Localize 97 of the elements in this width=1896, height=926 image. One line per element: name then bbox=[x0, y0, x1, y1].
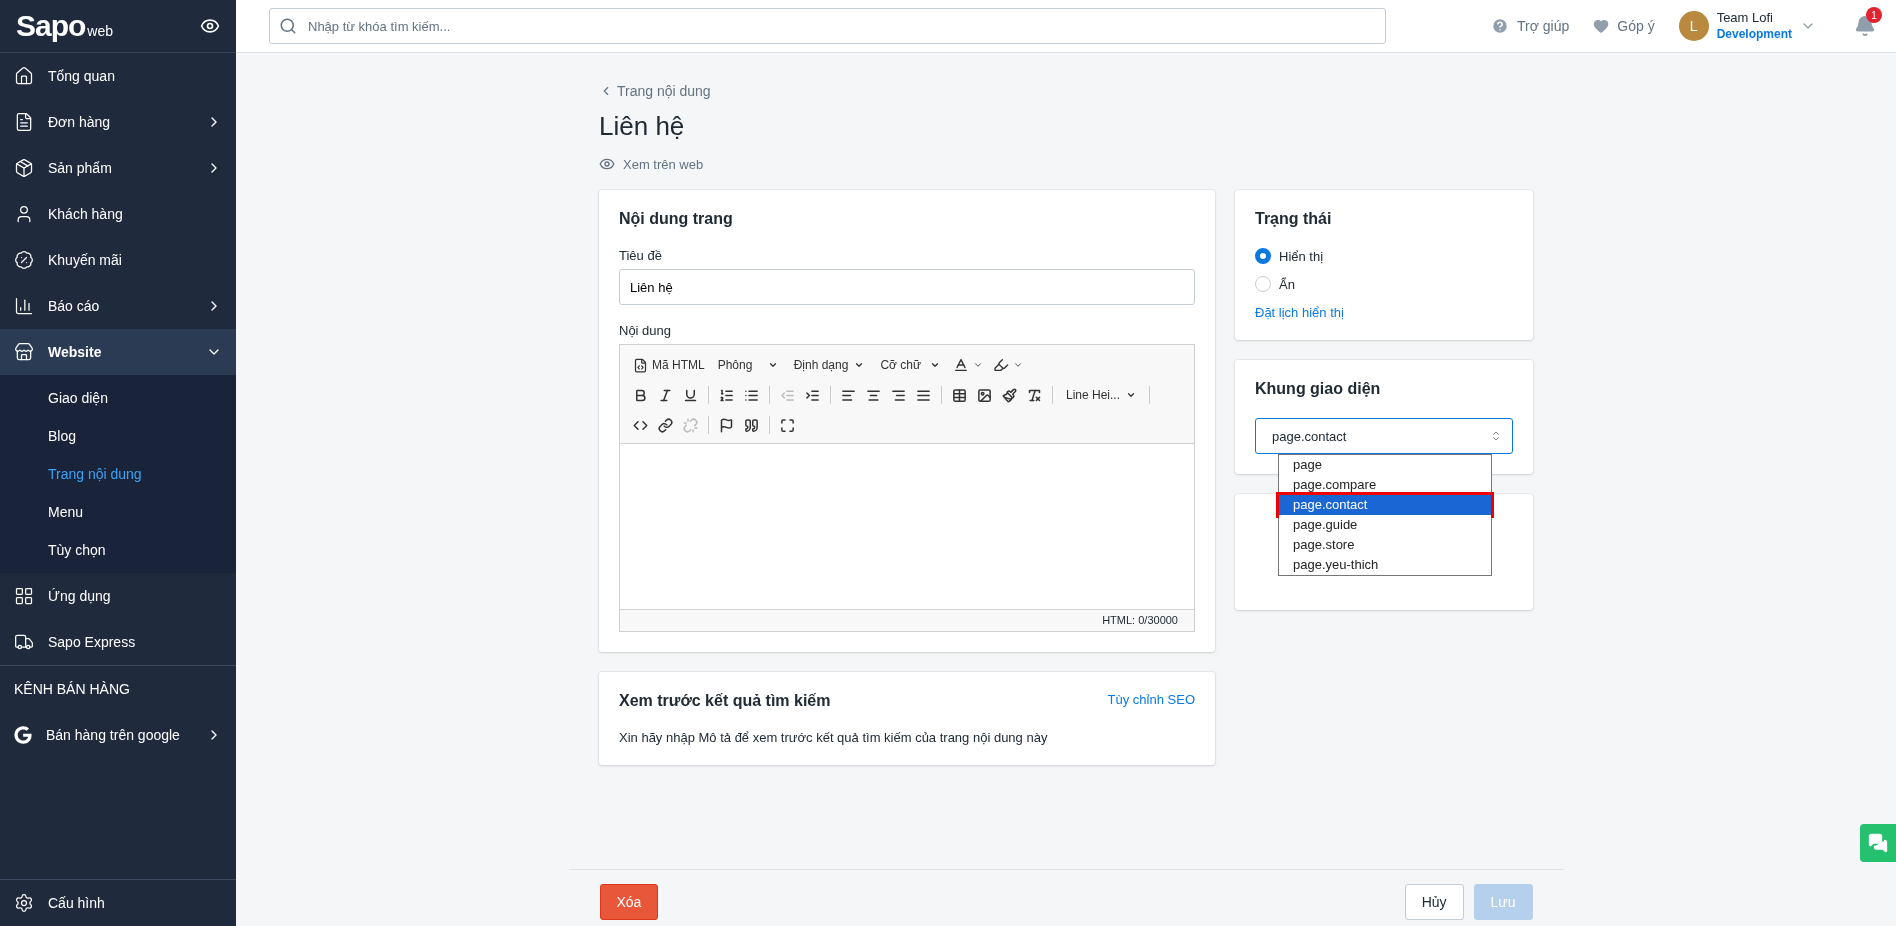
quote-icon bbox=[744, 417, 759, 433]
document-icon bbox=[14, 112, 34, 132]
field-label: Nội dung bbox=[619, 323, 673, 338]
code-file-icon bbox=[633, 357, 648, 373]
table-icon bbox=[952, 387, 967, 403]
toolbar-dropdown[interactable]: Line Hei... bbox=[1060, 386, 1143, 404]
home-icon bbox=[14, 66, 34, 86]
sidebar-item[interactable]: Sapo Express bbox=[0, 619, 236, 665]
cancel-button[interactable]: Hủy bbox=[1404, 884, 1464, 920]
sidebar-subitem[interactable]: Trang nội dung bbox=[0, 455, 236, 493]
sidebar-subitem[interactable]: Menu bbox=[0, 493, 236, 531]
sidebar-item[interactable]: Website bbox=[0, 329, 236, 375]
sidebar-item[interactable]: Khách hàng bbox=[0, 191, 236, 237]
truck-icon bbox=[14, 632, 34, 652]
eye-icon bbox=[599, 156, 615, 172]
sidebar-item[interactable]: Khuyến mãi bbox=[0, 237, 236, 283]
brush-icon bbox=[1002, 387, 1017, 403]
search-icon bbox=[279, 17, 297, 35]
justify-icon bbox=[916, 387, 931, 403]
caret-icon bbox=[767, 360, 778, 370]
help-link[interactable]: Trợ giúp bbox=[1491, 17, 1570, 35]
settings-icon bbox=[14, 893, 34, 913]
search-field[interactable]: Nhập từ khóa tìm kiếm... bbox=[269, 8, 1386, 44]
caret-icon bbox=[854, 360, 865, 370]
back-link[interactable]: Trang nội dung bbox=[599, 83, 1533, 99]
clear-format-icon bbox=[1027, 387, 1042, 403]
eye-icon[interactable] bbox=[200, 16, 220, 36]
toolbar-dropdown[interactable]: Phông bbox=[711, 356, 784, 374]
store-icon bbox=[14, 342, 34, 362]
radio-option[interactable]: Ẩn bbox=[1255, 276, 1513, 292]
bar-chart-icon bbox=[14, 296, 34, 316]
chat-icon bbox=[1868, 833, 1888, 853]
sidebar-item[interactable]: Bán hàng trên google bbox=[0, 712, 236, 758]
card-title: Nội dung trang bbox=[619, 210, 734, 228]
fullscreen-icon bbox=[780, 417, 795, 433]
align-right-icon bbox=[891, 387, 906, 403]
toolbar-dropdown[interactable]: Cỡ chữ bbox=[874, 356, 947, 374]
box-icon bbox=[14, 158, 34, 178]
toolbar-dropdown[interactable]: Định dạng bbox=[787, 356, 871, 374]
indent-icon bbox=[805, 387, 820, 403]
caret-icon bbox=[1126, 390, 1137, 400]
feedback-link[interactable]: Góp ý bbox=[1593, 18, 1655, 34]
image-icon bbox=[977, 387, 992, 403]
italic-icon bbox=[658, 387, 673, 403]
google-icon bbox=[14, 726, 32, 744]
html-counter: HTML: 0/30000 bbox=[620, 609, 1194, 631]
card-title: Khung giao diện bbox=[1255, 380, 1382, 398]
sidebar-item[interactable]: Ứng dụng bbox=[0, 573, 236, 619]
bold-icon bbox=[633, 387, 648, 403]
caret-icon bbox=[930, 360, 941, 370]
delete-button[interactable]: Xóa bbox=[599, 884, 659, 920]
view-on-web-link[interactable]: Xem trên web bbox=[599, 156, 1533, 172]
field-label: Tiêu đề bbox=[619, 248, 663, 263]
notification-count: 1 bbox=[1866, 7, 1882, 23]
outdent-icon bbox=[780, 387, 795, 403]
grid-icon bbox=[14, 586, 34, 606]
seo-hint: Xin hãy nhập Mô tả để xem trước kết quả tìm kiếm của trang nội dung này bbox=[619, 730, 1049, 745]
unlink-icon bbox=[683, 417, 698, 433]
schedule-link[interactable]: Đặt lịch hiển thị bbox=[1255, 305, 1344, 320]
bullet-list-icon bbox=[744, 387, 759, 403]
sidebar-subitem[interactable]: Blog bbox=[0, 417, 236, 455]
user-name: Team Lofi bbox=[1716, 10, 1774, 26]
sidebar-subitem[interactable]: Giao diện bbox=[0, 379, 236, 417]
html-source-button[interactable]: Mã HTML bbox=[630, 355, 708, 375]
seo-link[interactable]: Tùy chỉnh SEO bbox=[1107, 692, 1195, 707]
underline-icon bbox=[683, 387, 698, 403]
updown-arrows-icon bbox=[1490, 430, 1502, 442]
brand-suffix: web bbox=[87, 23, 114, 39]
page-title: Liên hệ bbox=[599, 111, 686, 142]
section-title: KÊNH BÁN HÀNG bbox=[13, 680, 131, 699]
caret-icon bbox=[1013, 360, 1024, 370]
highlighter-icon bbox=[993, 357, 1010, 373]
sidebar-subitem[interactable]: Tùy chọn bbox=[0, 531, 236, 569]
link-icon bbox=[658, 417, 673, 433]
heart-icon bbox=[1593, 18, 1610, 34]
title-field[interactable]: Liên hệ bbox=[619, 269, 1195, 305]
sidebar-item[interactable]: Báo cáo bbox=[0, 283, 236, 329]
percent-badge-icon bbox=[14, 250, 34, 270]
align-left-icon bbox=[841, 387, 856, 403]
text-color-icon bbox=[953, 357, 970, 373]
flag-icon bbox=[719, 417, 734, 433]
link-button[interactable] bbox=[655, 415, 676, 435]
settings-item[interactable]: Cấu hình bbox=[0, 880, 236, 926]
caret-icon bbox=[973, 360, 984, 370]
sidebar-item[interactable]: Đơn hàng bbox=[0, 99, 236, 145]
dropdown-option[interactable]: page.contact bbox=[1279, 495, 1491, 515]
help-icon bbox=[1491, 17, 1510, 35]
numbered-list-icon bbox=[719, 387, 734, 403]
align-center-icon bbox=[866, 387, 881, 403]
brand-logo: Sapo bbox=[16, 9, 86, 43]
sidebar-item[interactable]: Tổng quan bbox=[0, 53, 236, 99]
card-title: Xem trước kết quả tìm kiếm bbox=[619, 692, 831, 710]
radio-option[interactable]: Hiển thị bbox=[1255, 248, 1513, 264]
user-role: Development bbox=[1716, 26, 1792, 42]
template-select[interactable]: page.contact bbox=[1255, 418, 1513, 454]
card-title: Trạng thái bbox=[1255, 210, 1333, 228]
sidebar-item[interactable]: Sản phẩm bbox=[0, 145, 236, 191]
